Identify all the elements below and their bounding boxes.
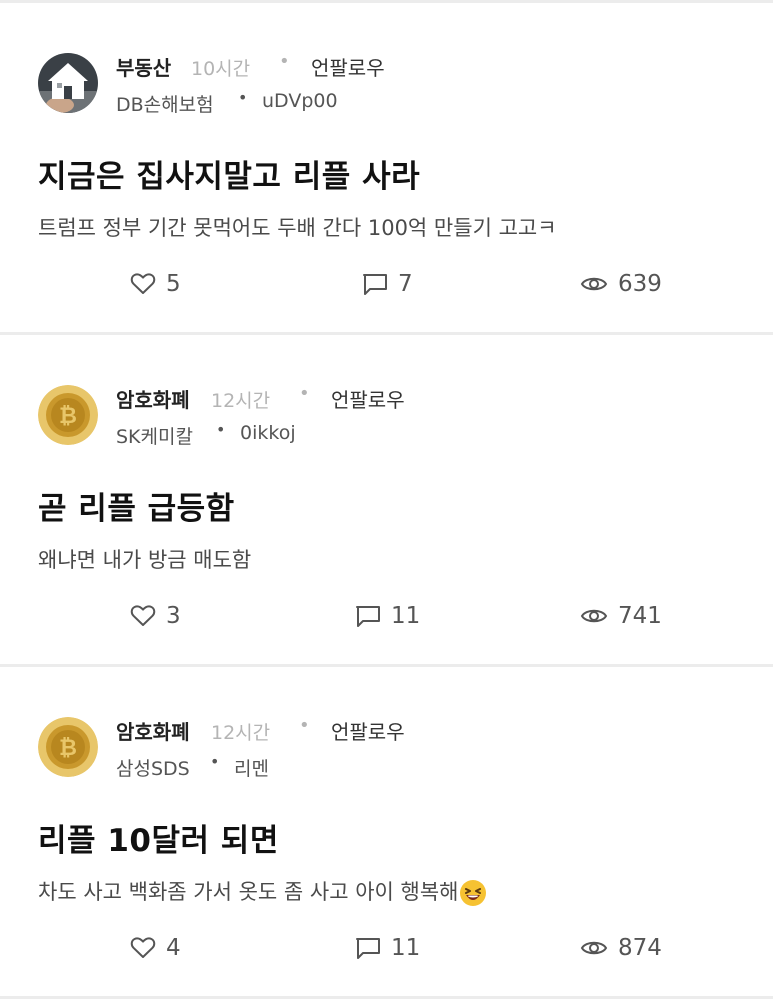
comment-icon — [356, 938, 380, 959]
comment-button[interactable]: 7 — [362, 271, 413, 297]
author-nickname: uDVp00 — [262, 90, 338, 112]
avatar[interactable]: ₿ — [38, 717, 98, 777]
avatar[interactable] — [38, 53, 98, 113]
avatar[interactable]: ₿ — [38, 385, 98, 445]
comment-button[interactable]: 11 — [355, 603, 420, 629]
comment-count: 11 — [391, 603, 421, 629]
post-title[interactable]: 곧 리플 급등함 — [38, 483, 235, 528]
post-feed: 부동산 10시간 • 언팔로우 DB손해보험 • uDVp00 지금은 집사지말… — [0, 0, 773, 1000]
like-button[interactable]: 4 — [130, 935, 181, 961]
view-count-stat: 639 — [580, 271, 662, 297]
eye-icon — [580, 941, 608, 955]
separator-dot: • — [210, 752, 220, 771]
unfollow-button[interactable]: 언팔로우 — [311, 52, 385, 81]
heart-icon — [130, 273, 156, 294]
like-count: 5 — [166, 271, 181, 297]
comment-icon — [356, 606, 380, 627]
view-count: 874 — [618, 935, 662, 961]
author-nickname: 0ikkoj — [240, 422, 296, 444]
author-name[interactable]: 암호화폐 — [116, 716, 190, 745]
view-count: 639 — [618, 271, 662, 297]
view-count-stat: 741 — [580, 603, 662, 629]
post-time: 12시간 — [211, 722, 271, 744]
view-count: 741 — [618, 603, 662, 629]
bitcoin-coin-icon: ₿ — [38, 385, 98, 445]
separator-dot: • — [299, 715, 310, 736]
comment-count: 11 — [391, 935, 421, 961]
separator-dot: • — [279, 51, 290, 72]
comment-count: 7 — [398, 271, 413, 297]
divider — [0, 996, 773, 999]
separator-dot: • — [216, 420, 226, 439]
svg-text:₿: ₿ — [59, 404, 77, 429]
author-name[interactable]: 암호화폐 — [116, 384, 190, 413]
bitcoin-coin-icon: ₿ — [38, 717, 98, 777]
like-button[interactable]: 3 — [130, 603, 181, 629]
author-name[interactable]: 부동산 — [116, 52, 171, 81]
post-time: 12시간 — [211, 390, 271, 412]
comment-icon — [363, 274, 387, 295]
like-count: 4 — [166, 935, 181, 961]
post-body[interactable]: 차도 사고 백화좀 가서 옷도 좀 사고 아이 행복해 — [38, 876, 487, 907]
post-body[interactable]: 트럼프 정부 기간 못먹어도 두배 간다 100억 만들기 고고ㅋ — [38, 212, 557, 242]
eye-icon — [580, 277, 608, 291]
view-count-stat: 874 — [580, 935, 662, 961]
post-time: 10시간 — [191, 58, 251, 80]
author-nickname: 리멘 — [234, 758, 269, 780]
unfollow-button[interactable]: 언팔로우 — [331, 384, 405, 413]
post-body[interactable]: 왜냐면 내가 방금 매도함 — [38, 544, 251, 574]
laughing-face-emoji — [460, 880, 487, 906]
post-card[interactable]: ₿ 암호화폐 12시간 • 언팔로우 삼성SDS • 리멘 리플 10달러 되면… — [0, 667, 773, 997]
svg-text:₿: ₿ — [59, 736, 77, 761]
heart-icon — [130, 937, 156, 958]
post-title[interactable]: 지금은 집사지말고 리플 사라 — [38, 151, 420, 196]
separator-dot: • — [238, 88, 248, 107]
comment-button[interactable]: 11 — [355, 935, 420, 961]
author-company: SK케미칼 — [116, 426, 193, 448]
author-company: DB손해보험 — [116, 94, 214, 116]
like-count: 3 — [166, 603, 181, 629]
unfollow-button[interactable]: 언팔로우 — [331, 716, 405, 745]
post-card[interactable]: ₿ 암호화폐 12시간 • 언팔로우 SK케미칼 • 0ikkoj 곧 리플 급… — [0, 335, 773, 665]
like-button[interactable]: 5 — [130, 271, 181, 297]
post-title[interactable]: 리플 10달러 되면 — [38, 815, 279, 860]
heart-icon — [130, 605, 156, 626]
post-card[interactable]: 부동산 10시간 • 언팔로우 DB손해보험 • uDVp00 지금은 집사지말… — [0, 3, 773, 333]
eye-icon — [580, 609, 608, 623]
post-body-text: 차도 사고 백화좀 가서 옷도 좀 사고 아이 행복해 — [38, 880, 459, 904]
house-icon — [38, 53, 98, 113]
author-company: 삼성SDS — [116, 758, 190, 780]
separator-dot: • — [299, 383, 310, 404]
